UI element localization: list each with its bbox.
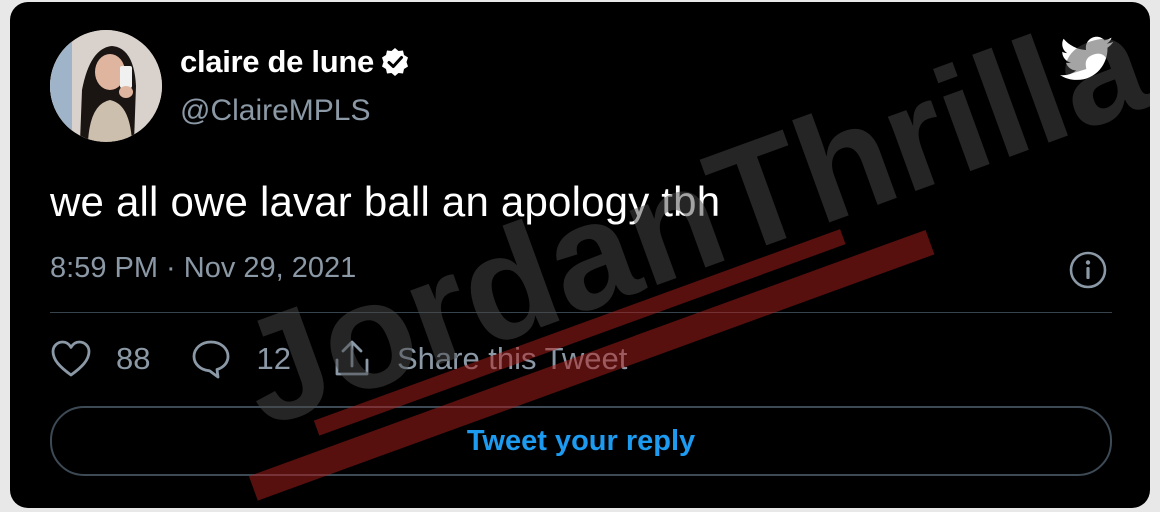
tweet-reply-label: Tweet your reply	[466, 424, 696, 457]
share-icon	[335, 340, 369, 376]
reply-count-button[interactable]: 12	[190, 338, 291, 380]
heart-icon	[51, 340, 91, 377]
tweet-card: claire de lune @ClaireMPLS we all owe la…	[10, 2, 1150, 508]
tweet-actions: 88 12 Share this Tweet	[50, 338, 667, 380]
tweet-text: we all owe lavar ball an apology tbh	[50, 178, 721, 225]
like-count: 88	[116, 341, 151, 376]
author-name-row[interactable]: claire de lune	[180, 44, 410, 80]
avatar[interactable]	[50, 30, 162, 142]
tweet-reply-button[interactable]: Tweet your reply	[50, 406, 1112, 476]
tweet-timestamp[interactable]: 8:59 PM · Nov 29, 2021	[50, 252, 356, 285]
divider	[50, 312, 1112, 313]
info-icon[interactable]	[1068, 250, 1108, 290]
twitter-bird-icon[interactable]	[1060, 36, 1114, 82]
share-button[interactable]: Share this Tweet	[331, 338, 627, 380]
like-button[interactable]: 88	[50, 339, 150, 379]
reply-count: 12	[256, 341, 291, 376]
verified-badge-icon	[380, 47, 410, 77]
author-handle[interactable]: @ClaireMPLS	[180, 94, 371, 128]
comment-icon	[193, 340, 230, 379]
share-label: Share this Tweet	[396, 341, 628, 376]
display-name[interactable]: claire de lune	[180, 44, 374, 80]
